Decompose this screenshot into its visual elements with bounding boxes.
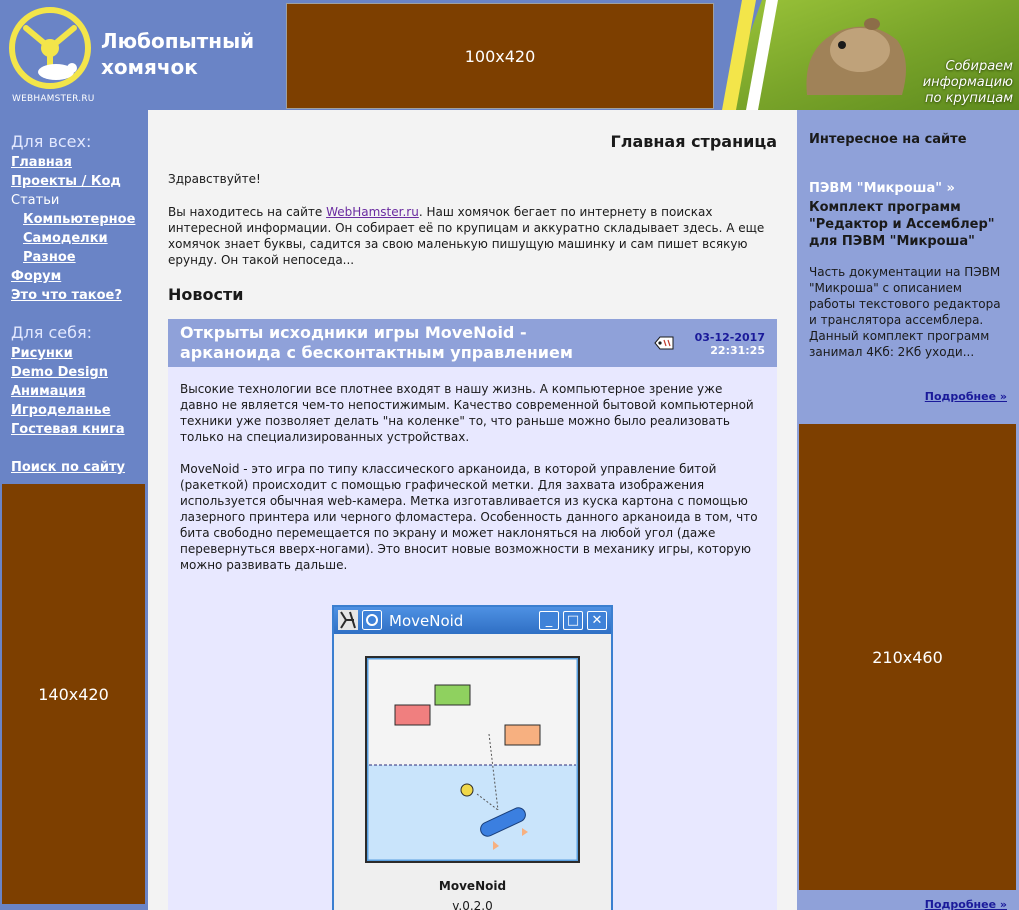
game-version: v.0.2.0 bbox=[452, 899, 493, 910]
news-item-header: Открыты исходники игры MoveNoid - аркано… bbox=[168, 319, 777, 367]
news-title[interactable]: Открыты исходники игры MoveNoid - аркано… bbox=[180, 323, 600, 363]
game-app-name: MoveNoid bbox=[438, 879, 507, 893]
nav-misc[interactable]: Разное bbox=[23, 250, 76, 265]
slogan-line2: информацию bbox=[922, 75, 1013, 90]
nav-guestbook[interactable]: Гостевая книга bbox=[11, 422, 125, 437]
nav-articles: Статьи bbox=[11, 193, 60, 208]
game-scene bbox=[367, 658, 578, 861]
movenoid-window: MoveNoid _ □ ✕ MoveNoid v.0.2.0 bbox=[332, 605, 613, 910]
feature-title: Комплект программ "Редактор и Ассемблер"… bbox=[809, 200, 995, 249]
brick-red bbox=[394, 704, 431, 726]
ball bbox=[460, 783, 474, 797]
right-ad-banner[interactable]: 210x460 bbox=[799, 424, 1016, 890]
hamster-wheel-logo[interactable] bbox=[8, 6, 92, 90]
nav-demo-design[interactable]: Demo Design bbox=[11, 365, 108, 380]
slogan-line1: Собираем bbox=[945, 59, 1013, 74]
news-datetime: 03-12-2017 22:31:25 bbox=[695, 331, 765, 357]
brick-green bbox=[434, 684, 471, 706]
nav-gamedev[interactable]: Игроделанье bbox=[11, 403, 111, 418]
tag-icon[interactable] bbox=[654, 336, 674, 350]
left-ad-banner[interactable]: 140x420 bbox=[2, 484, 145, 904]
read-more-link-2[interactable]: Подробнее » bbox=[925, 898, 1007, 910]
header-slogan: Собираем информацию по крупицам bbox=[923, 59, 1013, 107]
nav-drawings[interactable]: Рисунки bbox=[11, 346, 73, 361]
news-item: Открыты исходники игры MoveNoid - аркано… bbox=[168, 319, 777, 910]
page-title: Главная страница bbox=[610, 132, 777, 151]
feature-description: Часть документации на ПЭВМ "Микроша" с о… bbox=[809, 265, 1001, 359]
site-title-line1: Любопытный bbox=[101, 29, 255, 53]
main-content: Главная страница Здравствуйте! Вы находи… bbox=[148, 110, 797, 910]
interesting-heading: Интересное на сайте bbox=[809, 132, 967, 147]
right-sidebar: Интересное на сайте ПЭВМ "Микроша" » Ком… bbox=[797, 110, 1019, 910]
news-date: 03-12-2017 bbox=[694, 331, 765, 344]
minimize-icon[interactable]: _ bbox=[539, 611, 559, 630]
intro-text-before: Вы находитесь на сайте bbox=[168, 205, 327, 219]
close-icon[interactable]: ✕ bbox=[587, 611, 607, 630]
pin-icon[interactable] bbox=[362, 610, 382, 630]
webhamster-link[interactable]: WebHamster.ru bbox=[326, 205, 419, 219]
read-more-link[interactable]: Подробнее » bbox=[925, 390, 1007, 403]
logo-url-text: WEBHAMSTER.RU bbox=[12, 94, 95, 104]
site-title[interactable]: Любопытный хомячок bbox=[101, 28, 254, 80]
brick-orange bbox=[504, 724, 541, 746]
nav-computer[interactable]: Компьютерное bbox=[23, 212, 135, 227]
news-time: 22:31:25 bbox=[710, 344, 765, 357]
greeting-text: Здравствуйте! bbox=[168, 172, 261, 186]
intro-paragraph: Вы находитесь на сайте WebHamster.ru. На… bbox=[168, 204, 768, 268]
mikrosha-link[interactable]: ПЭВМ "Микроша" » bbox=[809, 181, 955, 196]
nav-heading-for-self: Для себя: bbox=[11, 323, 92, 342]
nav-about[interactable]: Это что такое? bbox=[11, 288, 122, 303]
news-heading: Новости bbox=[168, 285, 244, 304]
nav-forum[interactable]: Форум bbox=[11, 269, 61, 284]
window-titlebar[interactable]: MoveNoid _ □ ✕ bbox=[334, 607, 611, 634]
slogan-line3: по крупицам bbox=[925, 91, 1013, 106]
site-title-line2: хомячок bbox=[101, 55, 198, 79]
site-header: WEBHAMSTER.RU Любопытный хомячок 100x420… bbox=[0, 0, 1019, 110]
nav-diy[interactable]: Самоделки bbox=[23, 231, 108, 246]
nav-search[interactable]: Поиск по сайту bbox=[11, 460, 125, 475]
game-field[interactable] bbox=[365, 656, 580, 863]
news-paragraph-2: MoveNoid - это игра по типу классическог… bbox=[180, 462, 758, 572]
nav-projects[interactable]: Проекты / Код bbox=[11, 174, 121, 189]
kde-app-icon[interactable] bbox=[338, 610, 358, 630]
top-banner-ad[interactable]: 100x420 bbox=[286, 3, 714, 109]
news-paragraph-1: Высокие технологии все плотнее входят в … bbox=[180, 382, 754, 444]
maximize-icon[interactable]: □ bbox=[563, 611, 583, 630]
nav-animation[interactable]: Анимация bbox=[11, 384, 86, 399]
window-title: MoveNoid bbox=[389, 612, 464, 630]
nav-heading-for-all: Для всех: bbox=[11, 132, 92, 151]
nav-home[interactable]: Главная bbox=[11, 155, 72, 170]
